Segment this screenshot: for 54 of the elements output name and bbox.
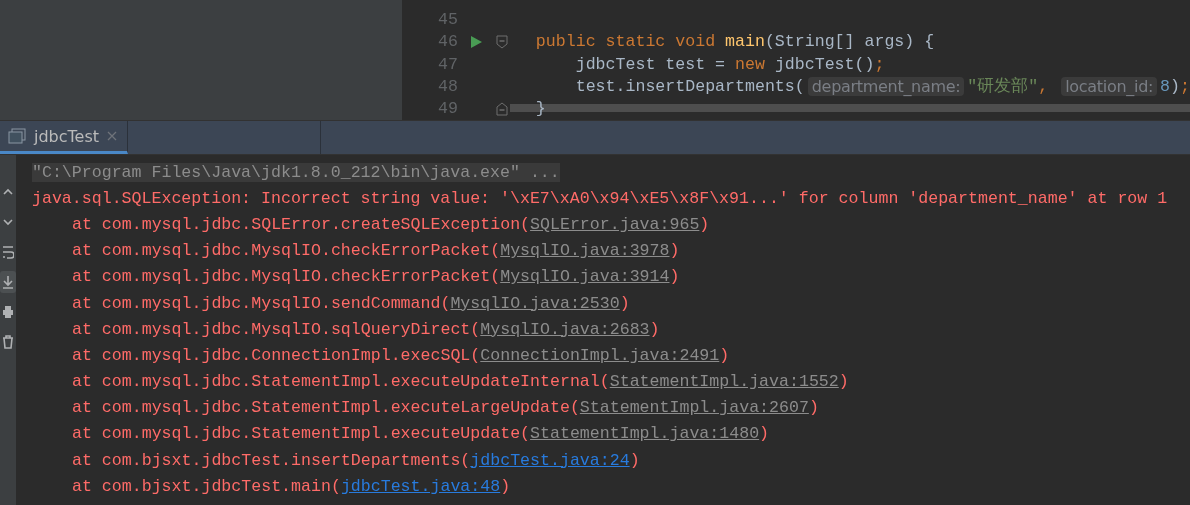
source-link[interactable]: MysqlIO.java:3914 xyxy=(500,267,670,287)
error-message: java.sql.SQLException: Incorrect string value: '\xE7\xA0\x94\xE5\x8F\x91...' for column 'department_name' at row 1 xyxy=(32,188,1168,208)
source-link[interactable]: ConnectionImpl.java:2491 xyxy=(480,345,720,365)
code-token: jdbcTest test = xyxy=(574,54,727,74)
source-link[interactable]: MysqlIO.java:3978 xyxy=(500,241,670,261)
arrow-down-icon xyxy=(2,216,14,228)
stack-frame: at com.mysql.jdbc.MysqlIO.sendCommand(MysqlIO.java:2530) xyxy=(32,293,630,313)
code-token: ) xyxy=(1170,76,1181,96)
scroll-to-end-icon xyxy=(2,275,14,289)
line-number: 48 xyxy=(436,76,459,96)
line-number: 46 xyxy=(436,32,459,52)
parameter-hint: department_name: xyxy=(807,76,965,96)
stack-frame: at com.mysql.jdbc.StatementImpl.executeLargeUpdate(StatementImpl.java:2607) xyxy=(32,398,819,418)
code-token: public static void xyxy=(535,32,717,52)
wrap-icon xyxy=(2,245,14,259)
run-tab[interactable]: jdbcTest xyxy=(0,121,128,154)
printer-icon xyxy=(2,305,14,319)
trash-icon xyxy=(2,335,14,349)
stack-frame: at com.mysql.jdbc.SQLError.createSQLException(SQLError.java:965) xyxy=(32,214,710,234)
line-number: 49 xyxy=(436,99,459,119)
code-token: 8 xyxy=(1160,76,1171,96)
code-token: (String[] args) { xyxy=(764,32,935,52)
stack-frame: at com.bjsxt.jdbcTest.insertDepartments(jdbcTest.java:24) xyxy=(32,450,640,470)
stack-frame: at com.mysql.jdbc.MysqlIO.sqlQueryDirect(MysqlIO.java:2683) xyxy=(32,319,660,339)
stack-frame: at com.mysql.jdbc.StatementImpl.executeUpdate(StatementImpl.java:1480) xyxy=(32,424,770,444)
code-token: new xyxy=(735,54,766,74)
code-token: , xyxy=(1038,76,1050,96)
source-link[interactable]: StatementImpl.java:2607 xyxy=(579,398,809,418)
code-token: main xyxy=(725,32,765,52)
code-token: jdbcTest() xyxy=(774,54,875,74)
source-link[interactable]: jdbcTest.java:24 xyxy=(470,450,630,470)
code-token: } xyxy=(535,99,546,119)
stack-frame: at com.mysql.jdbc.StatementImpl.executeUpdateInternal(StatementImpl.java:1552) xyxy=(32,372,849,392)
stack-frame: at com.mysql.jdbc.MysqlIO.checkErrorPacket(MysqlIO.java:3978) xyxy=(32,241,680,261)
code-token: ; xyxy=(1180,76,1190,96)
parameter-hint: location_id: xyxy=(1061,76,1158,96)
source-link[interactable]: MysqlIO.java:2530 xyxy=(450,293,620,313)
line-number: 45 xyxy=(436,9,459,29)
stack-frame: at com.mysql.jdbc.ConnectionImpl.execSQL(ConnectionImpl.java:2491) xyxy=(32,345,730,365)
tab-label: jdbcTest xyxy=(34,126,100,146)
source-link[interactable]: SQLError.java:965 xyxy=(530,214,700,234)
source-link[interactable]: MysqlIO.java:2683 xyxy=(480,319,650,339)
line-number: 47 xyxy=(436,54,459,74)
code-token: test.insertDepartments( xyxy=(574,76,805,96)
toolbar-button[interactable] xyxy=(0,271,16,293)
source-link[interactable]: StatementImpl.java:1480 xyxy=(530,424,760,444)
run-icon[interactable] xyxy=(469,35,482,48)
source-link[interactable]: jdbcTest.java:48 xyxy=(340,476,501,496)
console-icon xyxy=(8,128,26,144)
stack-frame: at com.mysql.jdbc.MysqlIO.checkErrorPacket(MysqlIO.java:3914) xyxy=(32,267,680,287)
stack-frame: at com.bjsxt.jdbcTest.main(jdbcTest.java:48) xyxy=(32,476,511,496)
source-link[interactable]: StatementImpl.java:1552 xyxy=(609,372,839,392)
code-token: ; xyxy=(874,54,885,74)
code-token: "研发部" xyxy=(967,76,1039,98)
